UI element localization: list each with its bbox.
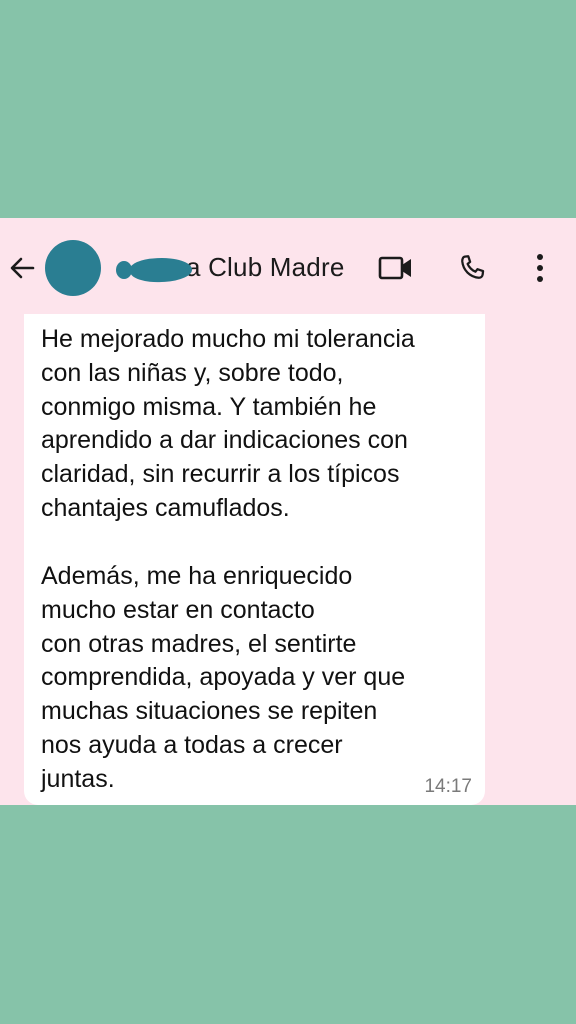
chat-screenshot: a Club Madre He mejorado mucho mi tolera…	[0, 218, 576, 805]
message-line: Además, me ha enriquecido	[41, 562, 353, 590]
phone-icon	[461, 255, 485, 279]
message-line: He mejorado mucho mi tolerancia	[41, 325, 415, 353]
arrow-left-icon	[10, 257, 35, 279]
message-timestamp: 14:17	[424, 776, 472, 797]
video-camera-icon	[378, 256, 411, 280]
message-bubble[interactable]: He mejorado mucho mi tolerancia con las …	[24, 314, 485, 805]
video-call-button[interactable]	[374, 246, 418, 290]
message-line: conmigo misma. Y también he	[41, 392, 377, 421]
more-vertical-icon	[537, 254, 543, 282]
message-line: mucho estar en contacto	[41, 595, 315, 624]
voice-call-button[interactable]	[450, 246, 494, 290]
message-line: con otras madres, el sentirte	[41, 629, 357, 658]
message-line: chantajes camuflados.	[41, 493, 290, 522]
message-line: juntas.	[41, 764, 115, 793]
message-line: nos ayuda a todas a crecer	[41, 730, 343, 759]
message-line: comprendida, apoyada y ver que	[41, 663, 406, 692]
redaction-mark	[129, 256, 193, 284]
back-button[interactable]	[4, 248, 40, 288]
message-paragraph: Además, me ha enriquecido mucho estar en…	[41, 560, 481, 797]
chat-header: a Club Madre	[0, 218, 576, 314]
chat-title-area[interactable]: a Club Madre	[104, 246, 364, 290]
message-line: aprendido a dar indicaciones con	[41, 426, 408, 455]
message-line: muchas situaciones se repiten	[41, 697, 378, 726]
chat-title: a Club Madre	[186, 252, 345, 282]
message-line: con las niñas y, sobre todo,	[41, 358, 344, 387]
avatar[interactable]	[45, 240, 101, 296]
more-options-button[interactable]	[518, 246, 562, 290]
message-line: claridad, sin recurrir a los típicos	[41, 460, 400, 489]
message-paragraph: He mejorado mucho mi tolerancia con las …	[41, 323, 481, 526]
